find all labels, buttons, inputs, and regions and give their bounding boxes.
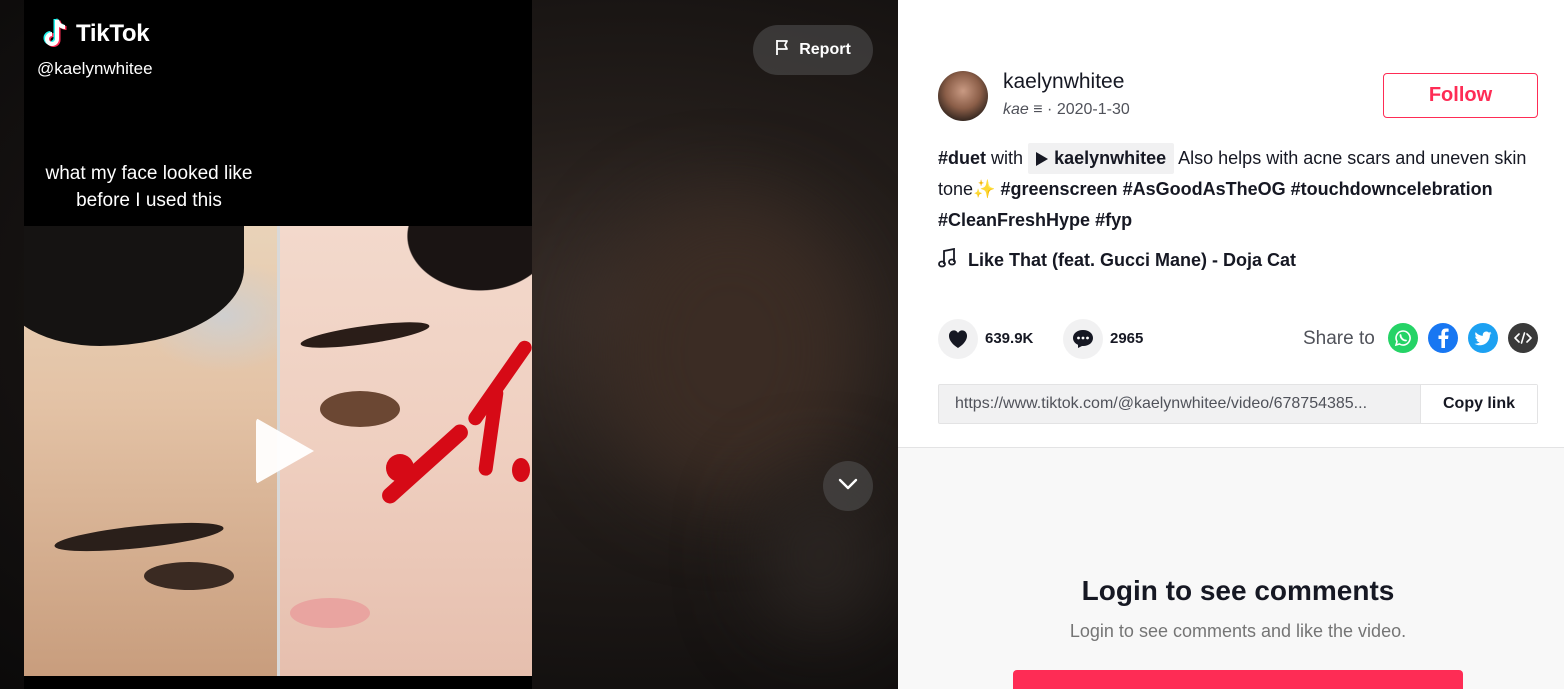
hashtag-link[interactable]: #touchdowncelebration: [1291, 179, 1493, 199]
logo-text: TikTok: [76, 20, 150, 47]
hashtag-link[interactable]: #CleanFreshHype: [938, 210, 1090, 230]
share-label: Share to: [1303, 328, 1375, 349]
duet-user-label: kaelynwhitee: [1054, 148, 1167, 168]
avatar[interactable]: [938, 71, 988, 121]
post-date: 2020-1-30: [1056, 101, 1130, 118]
chevron-down-icon: [838, 477, 858, 495]
serum-droplet: [386, 454, 414, 482]
eyebrow: [299, 317, 431, 353]
hashtag-link[interactable]: #AsGoodAsTheOG: [1123, 179, 1286, 199]
tiktok-note-icon: [42, 18, 70, 50]
before-image: [24, 226, 277, 676]
report-label: Report: [799, 41, 851, 58]
backdrop-blur: [600, 200, 860, 500]
sparkle-emoji: ✨: [973, 179, 996, 199]
serum-droplet: [512, 458, 530, 482]
after-image: [280, 226, 532, 676]
author-nickname: kae ≡: [1003, 101, 1043, 118]
share-link-input[interactable]: https://www.tiktok.com/@kaelynwhitee/vid…: [939, 385, 1420, 423]
comment-button[interactable]: [1063, 319, 1103, 359]
next-video-button[interactable]: [823, 461, 873, 511]
comments-section: Login to see comments Login to see comme…: [898, 447, 1564, 689]
play-button[interactable]: [256, 418, 314, 484]
play-icon: [1036, 151, 1049, 166]
follow-button[interactable]: Follow: [1383, 73, 1538, 118]
video-stage: what my face looked like before I used t…: [0, 0, 898, 689]
login-button[interactable]: [1013, 670, 1463, 689]
tiktok-logo[interactable]: TikTok: [42, 18, 150, 50]
video-details-panel: kaelynwhitee kae ≡ · 2020-1-30 Follow #d…: [898, 0, 1564, 689]
whatsapp-icon[interactable]: [1388, 323, 1418, 353]
video-player[interactable]: what my face looked like before I used t…: [24, 0, 532, 689]
author-subline: kae ≡ · 2020-1-30: [1003, 101, 1130, 119]
facebook-icon[interactable]: [1428, 323, 1458, 353]
video-bottom-bar: [24, 676, 532, 689]
share-link-box: https://www.tiktok.com/@kaelynwhitee/vid…: [938, 384, 1538, 424]
login-prompt-title: Login to see comments: [1081, 575, 1395, 606]
video-caption: what my face looked like before I used t…: [24, 160, 274, 214]
author-username[interactable]: kaelynwhitee: [1003, 70, 1124, 94]
caption-line: what my face looked like: [45, 163, 253, 184]
video-description: #duet with kaelynwhitee Also helps with …: [938, 143, 1543, 236]
report-button[interactable]: Report: [753, 25, 873, 75]
like-button[interactable]: [938, 319, 978, 359]
hair: [24, 226, 244, 346]
music-title: Like That (feat. Gucci Mane) - Doja Cat: [968, 250, 1297, 270]
login-prompt-subtitle: Login to see comments and like the video…: [1069, 621, 1407, 641]
eyebrow: [53, 517, 225, 557]
eye: [144, 562, 234, 590]
embed-icon[interactable]: [1508, 323, 1538, 353]
music-link[interactable]: Like That (feat. Gucci Mane) - Doja Cat: [938, 247, 1297, 273]
video-handle-watermark: @kaelynwhitee: [37, 59, 153, 78]
with-text: with: [991, 148, 1024, 168]
comment-icon: [1073, 330, 1093, 348]
heart-icon: [948, 330, 968, 348]
twitter-icon[interactable]: [1468, 323, 1498, 353]
copy-link-button[interactable]: Copy link: [1420, 385, 1537, 423]
comment-count: 2965: [1110, 330, 1144, 347]
lip: [290, 598, 370, 628]
like-count: 639.9K: [985, 330, 1034, 347]
eye: [320, 391, 400, 427]
hashtag-link[interactable]: #fyp: [1095, 210, 1132, 230]
hashtag-link[interactable]: #greenscreen: [1000, 179, 1117, 199]
hashtag-link[interactable]: #duet: [938, 148, 986, 168]
duet-user-chip[interactable]: kaelynwhitee: [1028, 143, 1175, 174]
flag-icon: [775, 39, 791, 61]
caption-line: before I used this: [76, 190, 222, 211]
music-note-icon: [938, 247, 956, 273]
separator: ·: [1047, 101, 1057, 118]
